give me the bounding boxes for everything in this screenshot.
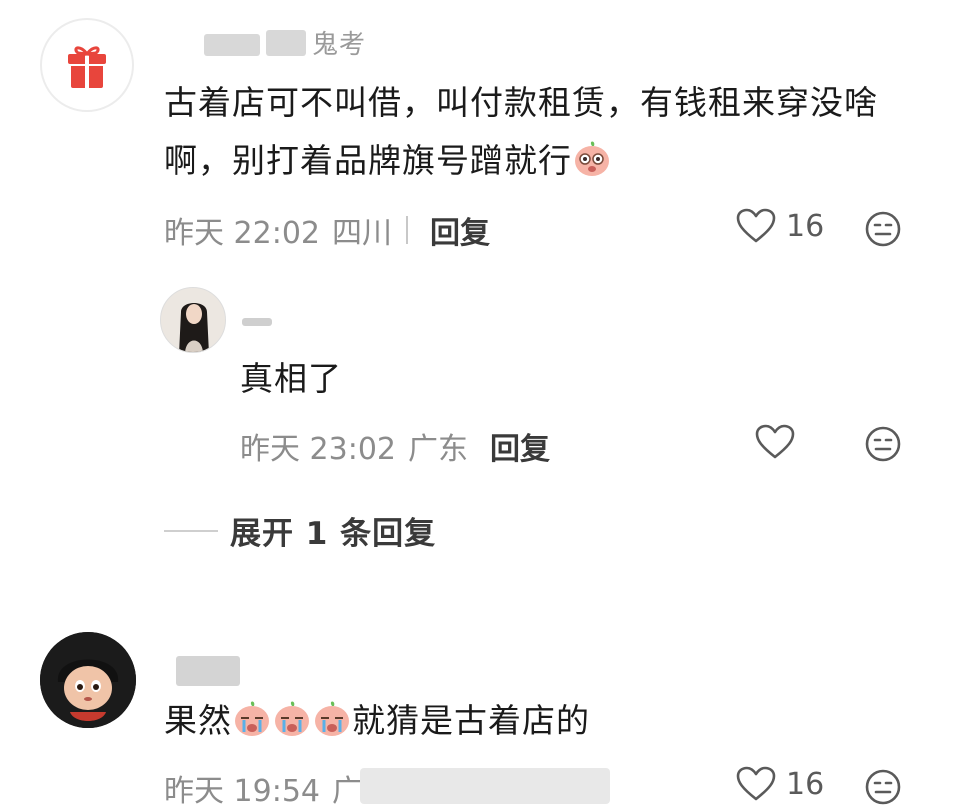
- expand-replies-button[interactable]: 展开 1 条回复: [164, 508, 436, 553]
- heart-outline-icon: [736, 766, 776, 801]
- reply-meta: 昨天 23:02 广东 回复: [240, 424, 550, 468]
- reply-body: 真相了: [240, 350, 342, 408]
- user-photo-icon: [161, 288, 225, 352]
- comment-meta: 昨天 22:02 四川 回复: [164, 208, 490, 252]
- username-fragment: 鬼考: [312, 30, 367, 60]
- avatar-gift[interactable]: [40, 18, 134, 112]
- location: 广: [332, 774, 362, 809]
- comment-text: 就猜是古着店的: [352, 701, 590, 740]
- comment-body: 果然 就猜是古着店的: [164, 692, 590, 750]
- username-redacted[interactable]: [242, 318, 272, 326]
- timestamp: 昨天 22:02: [164, 216, 320, 251]
- like-count: 16: [786, 766, 825, 802]
- crying-peach-emoji-icon: [235, 701, 269, 736]
- username-redacted: [266, 30, 306, 56]
- reply-button[interactable]: 回复: [430, 208, 490, 252]
- comment-text-prefix: 果然: [164, 701, 232, 740]
- emoji-react-button[interactable]: [864, 768, 902, 810]
- username-redacted[interactable]: [176, 656, 240, 686]
- location: 四川: [332, 216, 392, 251]
- reply-text: 真相了: [240, 359, 342, 398]
- heart-outline-icon: [755, 424, 795, 459]
- heart-outline-icon: [736, 208, 776, 243]
- timestamp: 昨天 23:02: [240, 432, 396, 467]
- comment-text: 古着店可不叫借，叫付款租赁，有钱租来穿没啥啊，别打着品牌旗号蹭就行: [164, 83, 878, 180]
- smiley-neutral-icon: [865, 426, 901, 462]
- comment-body: 古着店可不叫借，叫付款租赁，有钱租来穿没啥啊，别打着品牌旗号蹭就行: [164, 74, 924, 190]
- timestamp: 昨天 19:54: [164, 774, 320, 809]
- divider: [406, 216, 408, 244]
- avatar-cartoon[interactable]: [40, 632, 136, 728]
- like-button[interactable]: [755, 424, 795, 460]
- like-button[interactable]: 16: [736, 766, 824, 802]
- emoji-react-button[interactable]: [864, 425, 902, 467]
- peach-emoji-icon: [575, 141, 609, 176]
- reply-button[interactable]: 回复: [490, 424, 550, 468]
- avatar-user[interactable]: [160, 287, 226, 353]
- redacted-overlay: [360, 768, 610, 804]
- expand-replies-label: 展开 1 条回复: [230, 516, 437, 552]
- gift-icon: [68, 46, 106, 88]
- smiley-neutral-icon: [865, 769, 901, 805]
- smiley-neutral-icon: [865, 211, 901, 247]
- emoji-react-button[interactable]: [864, 210, 902, 252]
- crying-peach-emoji-icon: [315, 701, 349, 736]
- divider-line: [164, 529, 218, 532]
- like-count: 16: [786, 208, 825, 244]
- like-button[interactable]: 16: [736, 208, 824, 244]
- comment-meta: 昨天 19:54 广: [164, 766, 362, 810]
- crying-peach-emoji-icon: [275, 701, 309, 736]
- username-redacted[interactable]: [204, 34, 260, 56]
- location: 广东: [408, 432, 468, 467]
- cartoon-child-icon: [40, 632, 136, 728]
